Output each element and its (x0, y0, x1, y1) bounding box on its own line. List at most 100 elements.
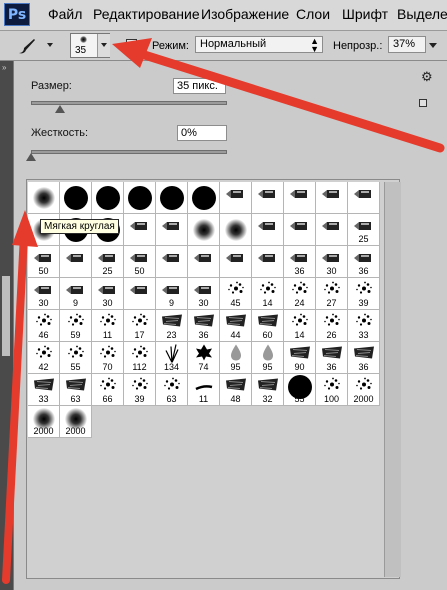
tool-preset-dropdown-icon[interactable] (47, 43, 53, 47)
brush-preset-cell[interactable]: 45 (220, 278, 252, 310)
menu-type[interactable]: Шрифт (342, 6, 388, 22)
brush-preset-cell[interactable] (252, 182, 284, 214)
brush-preset-cell[interactable]: 36 (316, 342, 348, 374)
brush-preset-cell[interactable]: 36 (188, 310, 220, 342)
brush-preset-cell[interactable]: 134 (156, 342, 188, 374)
brush-preset-cell[interactable]: 59 (60, 310, 92, 342)
brush-preset-cell[interactable]: 36 (348, 246, 380, 278)
brush-preset-cell[interactable]: 48 (220, 374, 252, 406)
brush-preset-cell[interactable]: 95 (220, 342, 252, 374)
size-input[interactable]: 35 пикс. (173, 78, 226, 94)
brush-preset-cell[interactable]: 27 (316, 278, 348, 310)
brush-preset-cell[interactable] (124, 278, 156, 310)
brush-preset-cell[interactable] (316, 182, 348, 214)
brush-preset-cell[interactable] (284, 214, 316, 246)
brush-preset-cell[interactable] (60, 182, 92, 214)
brush-preset-cell[interactable]: 42 (28, 342, 60, 374)
brush-tool-icon[interactable] (16, 36, 38, 56)
brush-preset-cell[interactable]: 14 (284, 310, 316, 342)
brush-preset-cell[interactable] (220, 182, 252, 214)
brush-preset-cell[interactable]: 90 (284, 342, 316, 374)
menu-layers[interactable]: Слои (296, 6, 330, 22)
brush-preset-cell[interactable] (60, 246, 92, 278)
brush-preset-cell[interactable] (124, 182, 156, 214)
brush-preset-cell[interactable] (252, 214, 284, 246)
hardness-slider[interactable] (31, 150, 227, 154)
brush-preset-cell[interactable]: 23 (156, 310, 188, 342)
opacity-field[interactable]: 37% (388, 36, 426, 53)
brush-preset-cell[interactable] (156, 246, 188, 278)
brush-preset-cell[interactable]: 36 (284, 246, 316, 278)
brush-preset-cell[interactable]: 9 (60, 278, 92, 310)
brush-preset-cell[interactable]: 63 (60, 374, 92, 406)
brush-preset-cell[interactable]: 30 (28, 278, 60, 310)
brush-preset-cell[interactable]: 25 (92, 246, 124, 278)
collapse-arrows-icon[interactable]: » (2, 63, 6, 72)
brush-preset-cell[interactable]: 2000 (28, 406, 60, 438)
brush-preset-cell[interactable]: 55 (60, 342, 92, 374)
brush-preset-cell[interactable]: 50 (28, 246, 60, 278)
blend-mode-select[interactable]: Нормальный ▲ ▼ (195, 36, 323, 54)
brush-preset-cell[interactable]: 9 (156, 278, 188, 310)
opacity-dropdown-icon[interactable] (429, 43, 437, 48)
brush-preset-cell[interactable]: 33 (348, 310, 380, 342)
brush-preset-cell[interactable]: 11 (188, 374, 220, 406)
preset-scrollbar[interactable] (384, 182, 401, 577)
brush-preset-cell[interactable]: 2000 (348, 374, 380, 406)
gear-icon[interactable]: ⚙ (421, 69, 433, 85)
brush-preset-cell[interactable] (156, 182, 188, 214)
brush-preset-cell[interactable]: 30 (92, 278, 124, 310)
brush-preset-cell[interactable]: 50 (124, 246, 156, 278)
brush-preset-cell[interactable]: 66 (92, 374, 124, 406)
brush-preset-cell[interactable] (92, 182, 124, 214)
brush-preset-cell[interactable] (188, 246, 220, 278)
brush-preset-cell[interactable] (316, 214, 348, 246)
brush-preset-cell[interactable]: 60 (252, 310, 284, 342)
brush-preset-cell[interactable]: 32 (252, 374, 284, 406)
brush-preset-cell[interactable]: 95 (252, 342, 284, 374)
brush-preset-cell[interactable] (220, 246, 252, 278)
brush-preset-cell[interactable]: 30 (188, 278, 220, 310)
size-slider-thumb[interactable] (55, 105, 66, 113)
brush-preset-cell[interactable]: 14 (252, 278, 284, 310)
hardness-slider-thumb[interactable] (26, 153, 36, 161)
brush-preset-size: 2000 (353, 394, 374, 404)
brush-preset-cell[interactable]: 24 (284, 278, 316, 310)
brush-preset-cell[interactable]: 33 (28, 374, 60, 406)
brush-preset-cell[interactable]: 17 (124, 310, 156, 342)
new-preset-icon[interactable] (419, 99, 427, 107)
brush-preset-cell[interactable]: 39 (124, 374, 156, 406)
menu-file[interactable]: Файл (48, 6, 82, 22)
brush-preset-cell[interactable]: 100 (316, 374, 348, 406)
brush-preset-cell[interactable]: 74 (188, 342, 220, 374)
menu-edit[interactable]: Редактирование (93, 6, 200, 22)
brush-preset-picker[interactable]: 35 (70, 33, 110, 58)
brush-preset-cell[interactable]: 44 (220, 310, 252, 342)
brush-preset-cell[interactable]: 25 (348, 214, 380, 246)
brush-preset-cell[interactable] (220, 214, 252, 246)
brush-preset-cell[interactable] (156, 214, 188, 246)
brush-preset-cell[interactable]: 30 (316, 246, 348, 278)
hardness-input[interactable]: 0% (177, 125, 227, 141)
brush-preset-cell[interactable]: 26 (316, 310, 348, 342)
brush-preset-cell[interactable] (252, 246, 284, 278)
menu-select[interactable]: Выделен (397, 6, 447, 22)
brush-preset-cell[interactable] (284, 182, 316, 214)
brush-preset-cell[interactable] (124, 214, 156, 246)
brush-preset-cell[interactable]: 39 (348, 278, 380, 310)
brush-preset-cell[interactable]: 70 (92, 342, 124, 374)
brush-preset-cell[interactable]: 36 (348, 342, 380, 374)
brush-preset-cell[interactable]: 112 (124, 342, 156, 374)
brush-preset-cell[interactable] (188, 182, 220, 214)
brush-preset-cell[interactable]: 2000 (60, 406, 92, 438)
brush-preset-cell[interactable] (188, 214, 220, 246)
panel-tab[interactable] (2, 276, 10, 356)
brush-preset-cell[interactable]: 63 (156, 374, 188, 406)
brush-preset-cell[interactable] (28, 182, 60, 214)
brush-panel-toggle-icon[interactable] (126, 39, 137, 51)
menu-image[interactable]: Изображение (201, 6, 289, 22)
brush-preset-cell[interactable] (348, 182, 380, 214)
brush-preset-cell[interactable]: 46 (28, 310, 60, 342)
brush-preset-cell[interactable]: 11 (92, 310, 124, 342)
brush-preset-cell[interactable]: 55 (284, 374, 316, 406)
